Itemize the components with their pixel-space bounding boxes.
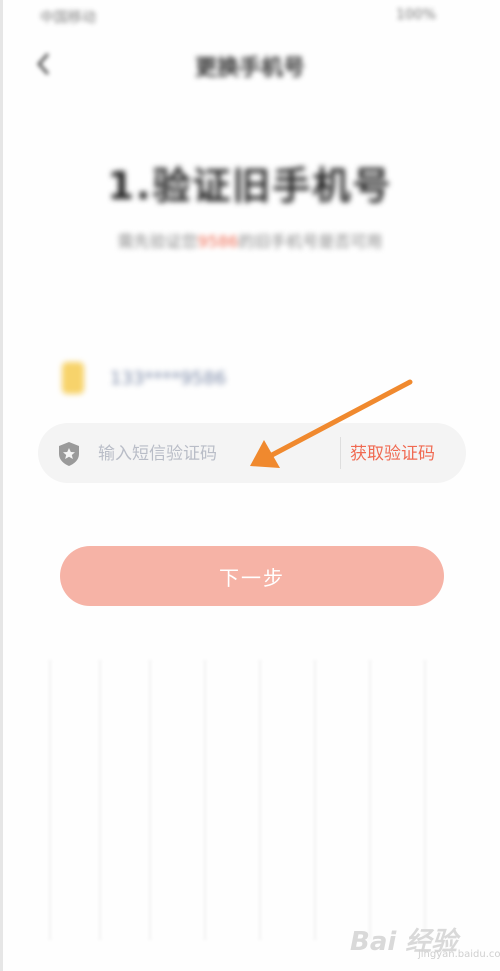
status-bar: 中国移动 100% [0, 0, 500, 36]
shield-icon [58, 441, 80, 467]
sms-code-input[interactable] [96, 433, 320, 475]
step-subtitle: 需先验证您9586的旧手机号是否可用 [0, 228, 500, 252]
current-phone-row: 133****9586 [56, 358, 356, 400]
battery-text: 100% [395, 7, 436, 23]
page-title: 更换手机号 [194, 56, 305, 81]
phone-icon [62, 362, 84, 394]
carrier-text: 中国移动 [40, 10, 96, 26]
phone-number: 133****9586 [110, 368, 227, 389]
subtitle-prefix: 需先验证您 [117, 232, 198, 251]
baidu-watermark: Bai 经验 jingyan.baidu.com [340, 915, 500, 965]
left-edge-line [0, 0, 3, 971]
watermark-domain: jingyan.baidu.com [418, 949, 500, 960]
subtitle-suffix: 的旧手机号是否可用 [238, 232, 383, 251]
nav-bar: 更换手机号 [0, 36, 500, 92]
step-heading: 1.验证旧手机号 [107, 164, 393, 208]
blurred-background-pattern [49, 660, 426, 940]
get-code-button[interactable]: 获取验证码 [350, 439, 435, 464]
subtitle-highlight: 9586 [197, 232, 239, 251]
verify-old-phone-screen: 中国移动 100% 更换手机号 1.验证旧手机号 需先验证您9586的旧手机号是… [0, 0, 500, 971]
next-step-button[interactable]: 下一步 [60, 546, 444, 606]
field-divider [340, 437, 341, 469]
sms-code-field: 获取验证码 [38, 423, 466, 483]
